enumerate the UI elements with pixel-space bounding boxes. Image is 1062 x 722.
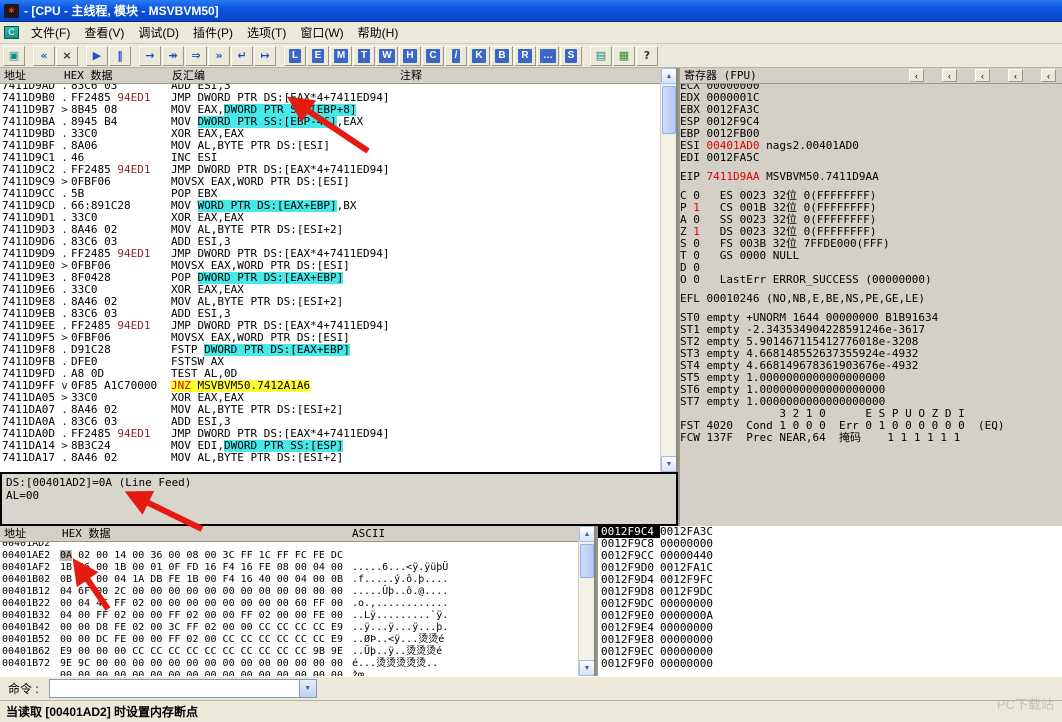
registers-pane-header: 寄存器 (FPU) ‹ ‹ ‹ ‹ ‹ bbox=[680, 68, 1062, 84]
threads-window-button[interactable]: T bbox=[353, 45, 375, 66]
debug-menu[interactable]: 调试(D) bbox=[131, 22, 186, 43]
register-line[interactable]: EIP 7411D9AA MSVBVM50.7411D9AA bbox=[680, 171, 1062, 183]
column-header-address: 地址 bbox=[4, 527, 26, 540]
help-button[interactable]: ? bbox=[636, 45, 658, 66]
breakpoints-window-button[interactable]: B bbox=[491, 45, 513, 66]
go-to-button[interactable]: ↦ bbox=[254, 45, 276, 66]
appearance-button[interactable]: ▦ bbox=[613, 45, 635, 66]
toolbar: ▣ «× ▶ ‖ → ↠ ⇒» ↵ ↦ L E M T W H C / K B R… S ▤ ▦? bbox=[0, 44, 1062, 68]
source-window-button[interactable]: S bbox=[560, 45, 582, 66]
command-bar: 命令 : ▼ bbox=[0, 676, 1062, 700]
registers-scroll-button[interactable]: ‹ bbox=[942, 69, 957, 82]
references-window-button[interactable]: R bbox=[514, 45, 536, 66]
help-menu[interactable]: 帮助(H) bbox=[351, 22, 406, 43]
close-button[interactable]: × bbox=[56, 45, 78, 66]
info-line[interactable]: AL=00 bbox=[6, 489, 672, 502]
cpu-window-icon[interactable]: C bbox=[4, 26, 19, 39]
registers-scroll-button[interactable]: ‹ bbox=[1008, 69, 1023, 82]
stack-pane: 0012F9C4 0012FA3C 0012F9C8 00000000 0012… bbox=[598, 526, 1062, 676]
animate-over-button[interactable]: » bbox=[208, 45, 230, 66]
command-combo[interactable]: ▼ bbox=[48, 679, 317, 698]
register-line[interactable]: EDI 0012FA5C bbox=[680, 152, 1062, 164]
command-label: 命令 : bbox=[8, 682, 39, 696]
file-menu[interactable]: 文件(F) bbox=[24, 22, 77, 43]
window-title: - [CPU - 主线程, 模块 - MSVBVM50] bbox=[24, 4, 219, 18]
view-menu[interactable]: 查看(V) bbox=[77, 22, 131, 43]
scroll-down-button[interactable]: ▼ bbox=[661, 456, 676, 472]
column-header-disassembly: 反汇编 bbox=[172, 69, 205, 82]
windows-window-button[interactable]: W bbox=[376, 45, 398, 66]
dump-column-headers: 地址 HEX 数据 ASCII bbox=[0, 526, 594, 542]
registers-scroll-button[interactable]: ‹ bbox=[1041, 69, 1056, 82]
run-trace-window-button[interactable]: … bbox=[537, 45, 559, 66]
disasm-scrollbar[interactable]: ▲ ▼ bbox=[660, 68, 676, 472]
stack-value: 00000000 bbox=[660, 657, 713, 670]
title-bar[interactable]: ✱ - [CPU - 主线程, 模块 - MSVBVM50] bbox=[0, 0, 1062, 22]
column-header-address: 地址 bbox=[4, 69, 26, 82]
cpu-window: 地址 HEX 数据 反汇编 注释 7411D9AA 8A46 02 MOV AL… bbox=[0, 68, 1062, 676]
column-header-hex: HEX 数据 bbox=[62, 527, 111, 540]
command-input[interactable] bbox=[49, 680, 299, 697]
status-bar: 当读取 [00401AD2] 时设置内存断点 bbox=[0, 700, 1062, 722]
disassembly-pane: 地址 HEX 数据 反汇编 注释 7411D9AA 8A46 02 MOV AL… bbox=[0, 68, 678, 472]
options-menu[interactable]: 选项(T) bbox=[240, 22, 293, 43]
status-message: 当读取 [00401AD2] 时设置内存断点 bbox=[6, 705, 199, 719]
stack-row[interactable]: 0012F9F0 00000000 bbox=[598, 658, 1062, 670]
info-line[interactable]: DS:[00401AD2]=0A (Line Feed) bbox=[6, 476, 672, 489]
column-header-hex: HEX 数据 bbox=[64, 69, 113, 82]
options-button[interactable]: ▤ bbox=[590, 45, 612, 66]
app-icon: ✱ bbox=[4, 3, 19, 18]
pause-button[interactable]: ‖ bbox=[109, 45, 131, 66]
call-stack-window-button[interactable]: K bbox=[468, 45, 490, 66]
window-menu[interactable]: 窗口(W) bbox=[293, 22, 350, 43]
info-pane: DS:[00401AD2]=0A (Line Feed) AL=00 bbox=[0, 472, 678, 526]
step-into-button[interactable]: → bbox=[139, 45, 161, 66]
restart-button[interactable]: « bbox=[33, 45, 55, 66]
disasm-column-headers: 地址 HEX 数据 反汇编 注释 bbox=[0, 68, 676, 84]
animate-into-button[interactable]: ⇒ bbox=[185, 45, 207, 66]
scroll-up-button[interactable]: ▲ bbox=[661, 68, 676, 84]
registers-pane: 寄存器 (FPU) ‹‹‹‹‹ EAX 00000000ECX 00000000… bbox=[680, 68, 1062, 526]
scroll-up-button[interactable]: ▲ bbox=[579, 526, 594, 542]
memory-window-button[interactable]: M bbox=[330, 45, 352, 66]
cpu-window-button[interactable]: C bbox=[422, 45, 444, 66]
column-header-comment: 注释 bbox=[400, 69, 422, 82]
stack-address: 0012F9F0 bbox=[601, 657, 654, 670]
scroll-thumb[interactable] bbox=[662, 86, 676, 134]
dump-scrollbar[interactable]: ▲ ▼ bbox=[578, 526, 594, 676]
column-header-ascii: ASCII bbox=[352, 527, 386, 540]
register-line[interactable]: FCW 137F Prec NEAR,64 掩码 1 1 1 1 1 1 bbox=[680, 432, 1062, 444]
log-window-button[interactable]: L bbox=[284, 45, 306, 66]
scroll-down-button[interactable]: ▼ bbox=[579, 660, 594, 676]
register-line[interactable]: T 0 GS 0000 NULL bbox=[680, 250, 1062, 262]
registers-scroll-button[interactable]: ‹ bbox=[909, 69, 924, 82]
registers-scroll-button[interactable]: ‹ bbox=[975, 69, 990, 82]
open-button[interactable]: ▣ bbox=[3, 45, 25, 66]
register-line[interactable]: EFL 00010246 (NO,NB,E,BE,NS,PE,GE,LE) bbox=[680, 293, 1062, 305]
patches-window-button[interactable]: / bbox=[445, 45, 467, 66]
modules-window-button[interactable]: E bbox=[307, 45, 329, 66]
menu-bar: C 文件(F) 查看(V) 调试(D) 插件(P) 选项(T) 窗口(W) 帮助(H) bbox=[0, 22, 1062, 44]
plugins-menu[interactable]: 插件(P) bbox=[186, 22, 240, 43]
run-to-return-button[interactable]: ↵ bbox=[231, 45, 253, 66]
memory-dump-pane: 地址 HEX 数据 ASCII 00401AD2 0A 02 00 14 00 … bbox=[0, 526, 596, 676]
scroll-thumb[interactable] bbox=[580, 544, 594, 578]
register-line[interactable]: O 0 LastErr ERROR_SUCCESS (00000000) bbox=[680, 274, 1062, 286]
handles-window-button[interactable]: H bbox=[399, 45, 421, 66]
command-dropdown-button[interactable]: ▼ bbox=[298, 680, 316, 697]
run-button[interactable]: ▶ bbox=[86, 45, 108, 66]
step-over-button[interactable]: ↠ bbox=[162, 45, 184, 66]
watermark: PC下载站 bbox=[996, 697, 1054, 712]
registers-pane-title: 寄存器 (FPU) bbox=[684, 69, 757, 82]
